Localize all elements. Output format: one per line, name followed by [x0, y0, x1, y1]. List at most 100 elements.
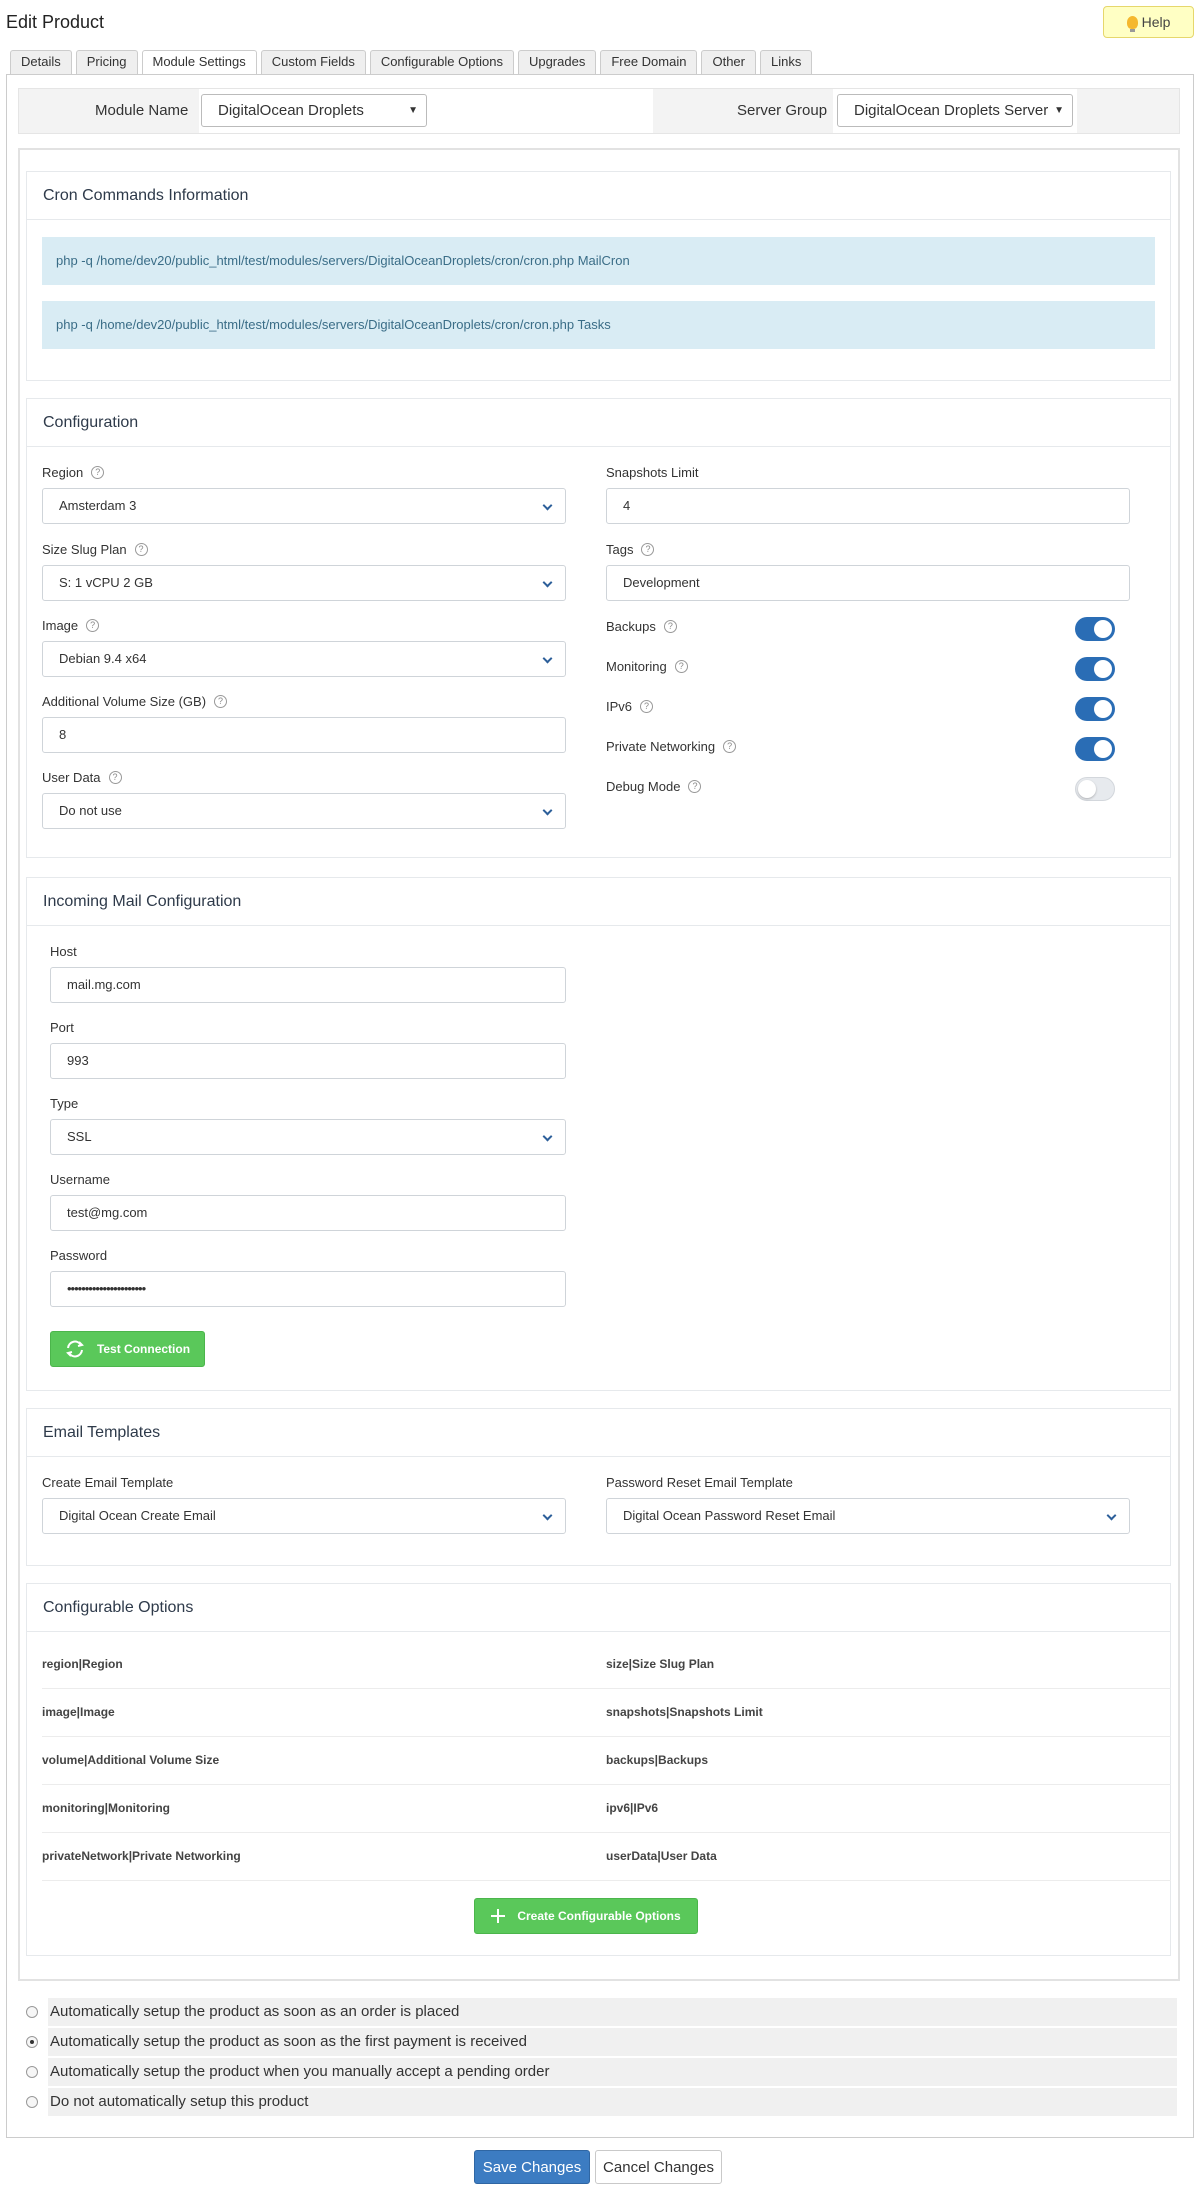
table-row: image|Image snapshots|Snapshots Limit	[42, 1689, 1171, 1737]
caret-down-icon: ▼	[1054, 105, 1064, 116]
option-cell: backups|Backups	[606, 1753, 709, 1767]
chevron-down-icon	[542, 805, 553, 816]
image-label: Image?	[42, 618, 100, 633]
type-label: Type	[50, 1096, 79, 1111]
password-input[interactable]: ••••••••••••••••••••••	[50, 1271, 566, 1307]
setup-option-no-auto[interactable]: Do not automatically setup this product	[18, 2088, 1180, 2117]
option-cell: userData|User Data	[606, 1849, 717, 1863]
option-cell: region|Region	[42, 1657, 123, 1671]
option-cell: size|Size Slug Plan	[606, 1657, 715, 1671]
help-button[interactable]: Help	[1103, 6, 1194, 38]
email-templates-title: Email Templates	[27, 1409, 1170, 1457]
password-reset-template-label: Password Reset Email Template	[606, 1475, 793, 1490]
cron-commands-card: Cron Commands Information php -q /home/d…	[26, 171, 1171, 381]
save-changes-button[interactable]: Save Changes	[474, 2150, 590, 2184]
help-question-icon[interactable]: ?	[723, 740, 737, 753]
chevron-down-icon	[542, 577, 553, 588]
lightbulb-icon	[1126, 15, 1138, 32]
table-row: monitoring|Monitoring ipv6|IPv6	[42, 1785, 1171, 1833]
tab-bar: Details Pricing Module Settings Custom F…	[10, 50, 816, 75]
configurable-options-card: Configurable Options region|Region size|…	[26, 1583, 1171, 1956]
snapshots-limit-label: Snapshots Limit	[606, 465, 699, 480]
user-data-select[interactable]: Do not use	[42, 793, 566, 829]
volume-size-input[interactable]: 8	[42, 717, 566, 753]
help-question-icon[interactable]: ?	[134, 543, 148, 556]
help-question-icon[interactable]: ?	[86, 619, 100, 632]
help-label: Help	[1141, 14, 1171, 30]
help-question-icon[interactable]: ?	[641, 543, 655, 556]
create-configurable-options-button[interactable]: Create Configurable Options	[474, 1898, 698, 1934]
type-select[interactable]: SSL	[50, 1119, 566, 1155]
radio-button[interactable]	[26, 2066, 38, 2078]
tab-other[interactable]: Other	[701, 50, 756, 74]
setup-option-first-payment[interactable]: Automatically setup the product as soon …	[18, 2028, 1180, 2057]
ipv6-toggle[interactable]	[1075, 697, 1115, 721]
setup-option-manual-accept[interactable]: Automatically setup the product when you…	[18, 2058, 1180, 2087]
private-networking-toggle[interactable]	[1075, 737, 1115, 761]
tags-input[interactable]: Development	[606, 565, 1130, 601]
configuration-title: Configuration	[27, 399, 1170, 447]
size-slug-plan-label: Size Slug Plan?	[42, 542, 148, 557]
create-email-template-label: Create Email Template	[42, 1475, 174, 1490]
monitoring-toggle[interactable]	[1075, 657, 1115, 681]
option-cell: ipv6|IPv6	[606, 1801, 659, 1815]
server-group-label: Server Group	[737, 102, 828, 119]
volume-size-label: Additional Volume Size (GB)?	[42, 694, 228, 709]
cron-command-mailcron: php -q /home/dev20/public_html/test/modu…	[42, 237, 1155, 285]
tab-details[interactable]: Details	[10, 50, 72, 74]
port-label: Port	[50, 1020, 74, 1035]
radio-button-selected[interactable]	[26, 2036, 38, 2048]
chevron-down-icon	[542, 1131, 553, 1142]
tab-links[interactable]: Links	[759, 50, 813, 74]
option-cell: monitoring|Monitoring	[42, 1801, 170, 1815]
debug-mode-toggle[interactable]	[1075, 777, 1115, 801]
server-group-select[interactable]: DigitalOcean Droplets Server ▼	[837, 94, 1073, 127]
size-slug-plan-select[interactable]: S: 1 vCPU 2 GB	[42, 565, 566, 601]
tab-custom-fields[interactable]: Custom Fields	[260, 50, 366, 74]
tab-free-domain[interactable]: Free Domain	[600, 50, 698, 74]
help-question-icon[interactable]: ?	[663, 620, 677, 633]
tab-configurable-options[interactable]: Configurable Options	[369, 50, 514, 74]
help-question-icon[interactable]: ?	[214, 695, 228, 708]
radio-button[interactable]	[26, 2096, 38, 2108]
tab-pricing[interactable]: Pricing	[75, 50, 138, 74]
chevron-down-icon	[1106, 1510, 1117, 1521]
cron-commands-title: Cron Commands Information	[27, 172, 1170, 220]
refresh-icon	[65, 1340, 84, 1358]
test-connection-button[interactable]: Test Connection	[50, 1331, 205, 1367]
snapshots-limit-input[interactable]: 4	[606, 488, 1130, 524]
setup-option-order-placed[interactable]: Automatically setup the product as soon …	[18, 1998, 1180, 2027]
port-input[interactable]: 993	[50, 1043, 566, 1079]
chevron-down-icon	[542, 1510, 553, 1521]
help-question-icon[interactable]: ?	[640, 700, 654, 713]
region-label: Region?	[42, 465, 105, 480]
password-label: Password	[50, 1248, 108, 1263]
cron-command-tasks: php -q /home/dev20/public_html/test/modu…	[42, 301, 1155, 349]
page-title: Edit Product	[6, 12, 105, 32]
password-reset-template-select[interactable]: Digital Ocean Password Reset Email	[606, 1498, 1130, 1534]
backups-toggle[interactable]	[1075, 617, 1115, 641]
image-select[interactable]: Debian 9.4 x64	[42, 641, 566, 677]
incoming-mail-title: Incoming Mail Configuration	[27, 878, 1170, 926]
username-input[interactable]: test@mg.com	[50, 1195, 566, 1231]
region-select[interactable]: Amsterdam 3	[42, 488, 566, 524]
cancel-changes-button[interactable]: Cancel Changes	[595, 2150, 722, 2184]
help-question-icon[interactable]: ?	[688, 780, 702, 793]
table-row: volume|Additional Volume Size backups|Ba…	[42, 1737, 1171, 1785]
module-name-select[interactable]: DigitalOcean Droplets ▼	[201, 94, 427, 127]
configurable-options-title: Configurable Options	[27, 1584, 1170, 1632]
tab-module-settings[interactable]: Module Settings	[141, 50, 257, 75]
help-question-icon[interactable]: ?	[91, 466, 105, 479]
create-email-template-select[interactable]: Digital Ocean Create Email	[42, 1498, 566, 1534]
radio-button[interactable]	[26, 2006, 38, 2018]
help-question-icon[interactable]: ?	[674, 660, 688, 673]
backups-label: Backups?	[606, 619, 677, 634]
tab-upgrades[interactable]: Upgrades	[517, 50, 597, 74]
table-row: region|Region size|Size Slug Plan	[42, 1641, 1171, 1689]
debug-mode-label: Debug Mode?	[606, 779, 702, 794]
help-question-icon[interactable]: ?	[108, 771, 122, 784]
host-input[interactable]: mail.mg.com	[50, 967, 566, 1003]
option-cell: volume|Additional Volume Size	[42, 1753, 220, 1767]
tags-label: Tags?	[606, 542, 655, 557]
configuration-card: Configuration Region? Amsterdam 3 Size S…	[26, 398, 1171, 858]
